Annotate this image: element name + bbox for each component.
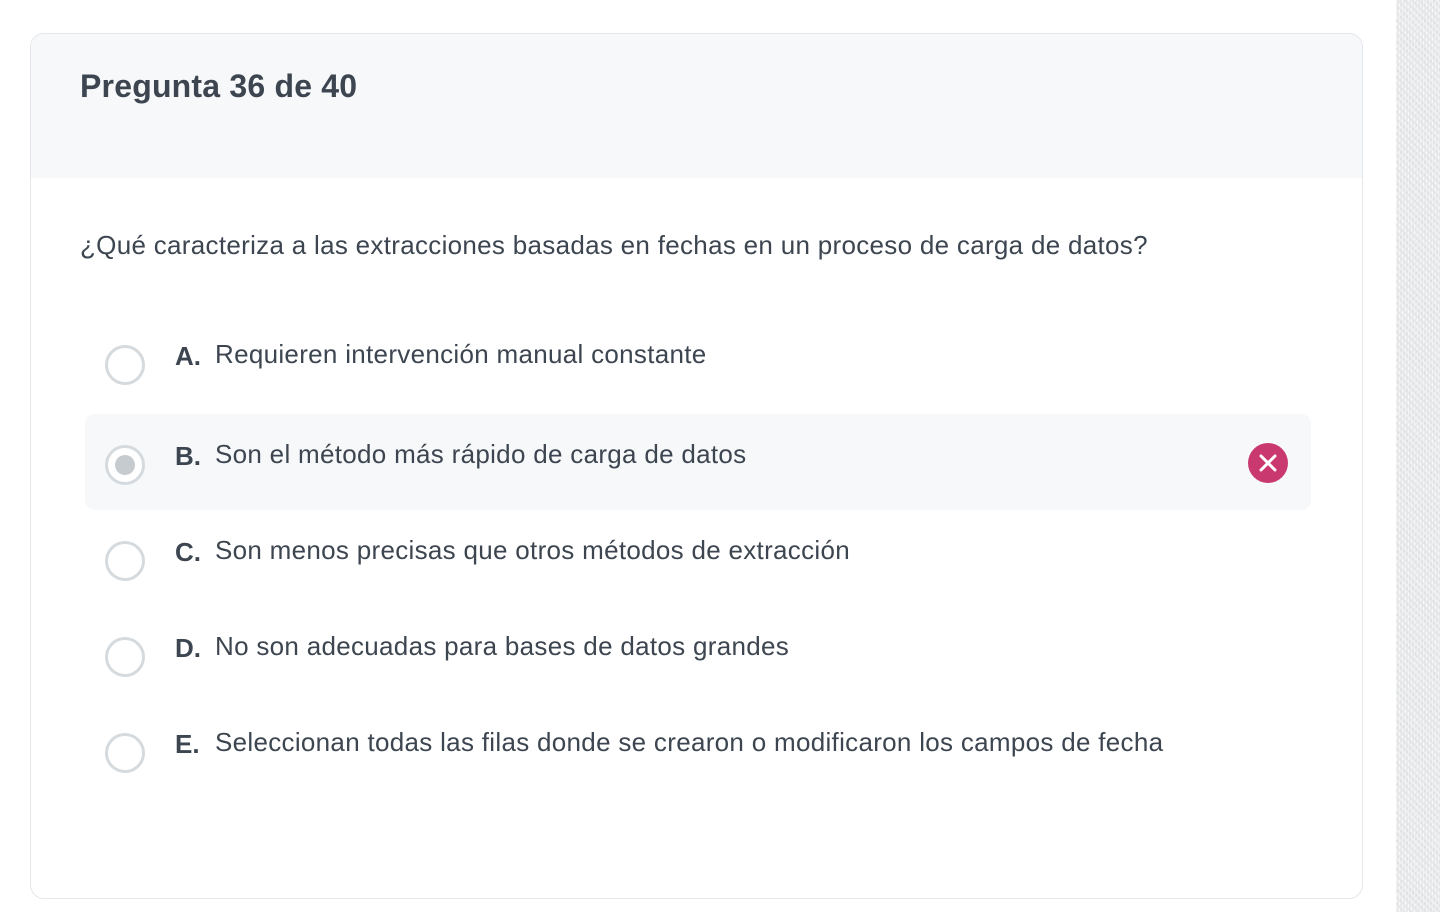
question-card: Pregunta 36 de 40 ¿Qué caracteriza a las…	[30, 33, 1363, 899]
radio-button-a[interactable]	[105, 345, 145, 385]
option-letter-a: A.	[175, 341, 201, 371]
option-letter-d: D.	[175, 633, 201, 663]
close-circle-icon	[1248, 443, 1288, 483]
option-a[interactable]: A. Requieren intervención manual constan…	[85, 314, 1311, 410]
option-b[interactable]: B. Son el método más rápido de carga de …	[85, 414, 1311, 510]
option-letter-b: B.	[175, 441, 201, 471]
option-c[interactable]: C. Son menos precisas que otros métodos …	[85, 510, 1311, 606]
quiz-page: Pregunta 36 de 40 ¿Qué caracteriza a las…	[0, 0, 1440, 912]
option-text-d: No son adecuadas para bases de datos gra…	[215, 631, 790, 661]
option-letter-c: C.	[175, 537, 201, 567]
option-letter-e: E.	[175, 729, 200, 759]
option-text-e: Seleccionan todas las filas donde se cre…	[215, 727, 1164, 757]
radio-button-d[interactable]	[105, 637, 145, 677]
radio-button-e[interactable]	[105, 733, 145, 773]
radio-button-c[interactable]	[105, 541, 145, 581]
card-header: Pregunta 36 de 40	[31, 34, 1362, 178]
option-text-a: Requieren intervención manual constante	[215, 339, 707, 369]
option-e[interactable]: E. Seleccionan todas las filas donde se …	[85, 702, 1311, 822]
option-text-c: Son menos precisas que otros métodos de …	[215, 535, 851, 565]
option-text-b: Son el método más rápido de carga de dat…	[215, 439, 747, 469]
radio-selected-dot	[115, 455, 135, 475]
question-counter-title: Pregunta 36 de 40	[80, 68, 358, 104]
background-texture-strip	[1396, 0, 1440, 912]
radio-button-b[interactable]	[105, 445, 145, 485]
option-d[interactable]: D. No son adecuadas para bases de datos …	[85, 606, 1311, 702]
question-text: ¿Qué caracteriza a las extracciones basa…	[80, 230, 1148, 260]
